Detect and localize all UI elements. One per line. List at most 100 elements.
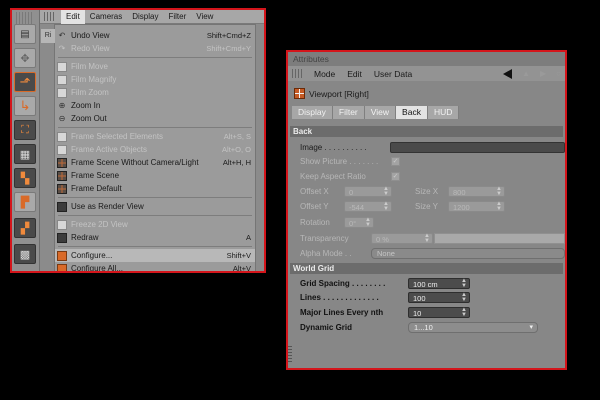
viewport-label-edge: Ri: [41, 29, 55, 43]
menu-item-undo-view[interactable]: ↶ Undo View Shift+Cmd+Z: [55, 29, 255, 42]
configure-icon: [57, 250, 67, 261]
points-icon[interactable]: ▚: [14, 168, 36, 188]
alpha-mode-dropdown[interactable]: None: [371, 248, 565, 259]
toolbar-grip[interactable]: [16, 12, 34, 24]
menu-item-redo-view[interactable]: ↷ Redo View Shift+Cmd+Y: [55, 42, 255, 55]
rotation-field[interactable]: 0° ▲ ▼: [344, 217, 374, 228]
rotation-label: Rotation: [300, 218, 330, 227]
tab-view[interactable]: View: [364, 106, 397, 119]
edges-icon[interactable]: ▛: [14, 192, 36, 212]
menu-item-film-move[interactable]: Film Move: [55, 60, 255, 73]
menu-item-zoom-out[interactable]: ⊖ Zoom Out: [55, 112, 255, 125]
frame-default-icon: [57, 183, 67, 194]
frame-active-icon: [57, 144, 67, 155]
size-x-label: Size X: [415, 187, 439, 196]
menu-item-use-as-render-view[interactable]: Use as Render View: [55, 200, 255, 213]
offset-x-label: Offset X: [300, 187, 329, 196]
back-arrow-icon[interactable]: [503, 68, 513, 79]
offset-x-field[interactable]: 0 ▲ ▼: [344, 186, 392, 197]
lines-label: Lines . . . . . . . . . . . . .: [300, 293, 379, 302]
menu-item-film-zoom[interactable]: Film Zoom: [55, 86, 255, 99]
panel-resize-grip[interactable]: [288, 344, 292, 362]
menu-separator: [58, 197, 252, 198]
offset-y-label: Offset Y: [300, 202, 329, 211]
menu-item-film-magnify[interactable]: Film Magnify: [55, 73, 255, 86]
menubar-grip[interactable]: [44, 12, 56, 21]
menu-item-frame-scene-no-camera[interactable]: Frame Scene Without Camera/Light Alt+H, …: [55, 156, 255, 169]
viewport-menubar: Edit Cameras Display Filter View: [40, 10, 264, 24]
menu-item-frame-scene[interactable]: Frame Scene: [55, 169, 255, 182]
attributes-menubar: Mode Edit User Data ▲ ▶ ○: [288, 66, 565, 81]
menu-item-frame-selected[interactable]: Frame Selected Elements Alt+S, S: [55, 130, 255, 143]
menu-edit[interactable]: Edit: [341, 69, 368, 79]
zoom-out-icon: ⊖: [58, 114, 66, 123]
section-header-back: Back: [290, 126, 563, 137]
size-y-field[interactable]: 1200 ▲ ▼: [448, 201, 505, 212]
major-lines-field[interactable]: 10 ▲ ▼: [408, 307, 470, 318]
menu-item-frame-active[interactable]: Frame Active Objects Alt+O, O: [55, 143, 255, 156]
viewport-tool-icon[interactable]: ▤: [14, 24, 36, 44]
offset-y-field[interactable]: -544 ▲ ▼: [344, 201, 392, 212]
menu-edit[interactable]: Edit: [61, 10, 85, 24]
lock-icon[interactable]: ○: [556, 69, 561, 78]
object-header: Viewport [Right]: [294, 88, 369, 99]
configure-all-icon: [57, 263, 67, 271]
film-move-icon: [57, 61, 67, 72]
viewport-icon: [294, 88, 305, 99]
move-icon[interactable]: ✥: [14, 48, 36, 68]
keep-aspect-checkbox[interactable]: ✓: [391, 172, 400, 181]
menu-cameras[interactable]: Cameras: [85, 10, 127, 24]
dynamic-grid-dropdown[interactable]: 1...10 ▾: [408, 322, 538, 333]
menu-item-frame-default[interactable]: Frame Default: [55, 182, 255, 195]
menu-item-zoom-in[interactable]: ⊕ Zoom In: [55, 99, 255, 112]
redo-view-icon: ↷: [58, 44, 66, 53]
object-name: Viewport [Right]: [309, 88, 369, 99]
menu-item-configure-all[interactable]: Configure All... Alt+V: [55, 262, 255, 271]
texture-icon[interactable]: ▞: [14, 218, 36, 238]
zoom-in-icon: ⊕: [58, 101, 66, 110]
grid-icon[interactable]: ▦: [14, 144, 36, 164]
lines-field[interactable]: 100 ▲ ▼: [408, 292, 470, 303]
size-x-field[interactable]: 800 ▲ ▼: [448, 186, 505, 197]
transparency-slider[interactable]: [434, 233, 565, 244]
tab-hud[interactable]: HUD: [427, 106, 460, 119]
film-magnify-icon: [57, 74, 67, 85]
redraw-icon: [57, 232, 67, 243]
menu-separator: [58, 246, 252, 247]
edit-dropdown-menu: Ri ↶ Undo View Shift+Cmd+Z ↷ Redo View S…: [41, 24, 256, 271]
menu-item-configure[interactable]: Configure... Shift+V: [55, 249, 255, 262]
checker-icon[interactable]: ▩: [14, 244, 36, 264]
dynamic-grid-label: Dynamic Grid: [300, 323, 353, 332]
menubar-grip[interactable]: [292, 69, 303, 78]
menu-display[interactable]: Display: [127, 10, 163, 24]
tab-back[interactable]: Back: [396, 106, 428, 119]
left-toolbar: ▤ ✥ ⬏ ↳ ⛶ ▦ ▚ ▛ ▞ ▩: [12, 10, 40, 271]
menu-mode[interactable]: Mode: [308, 69, 341, 79]
attribute-tabs: Display Filter View Back HUD: [292, 106, 460, 119]
show-picture-checkbox[interactable]: ✓: [391, 157, 400, 166]
menu-separator: [58, 57, 252, 58]
menu-view[interactable]: View: [191, 10, 218, 24]
menu-item-redraw[interactable]: Redraw A: [55, 231, 255, 244]
menu-item-freeze-2d-view[interactable]: Freeze 2D View: [55, 218, 255, 231]
tab-display[interactable]: Display: [292, 106, 333, 119]
up-arrow-icon[interactable]: ▲: [522, 69, 530, 78]
chevron-down-icon: ▾: [529, 324, 533, 331]
alpha-mode-label: Alpha Mode . .: [300, 249, 352, 258]
major-lines-label: Major Lines Every nth: [300, 308, 384, 317]
axis-icon[interactable]: ↳: [14, 96, 36, 116]
menu-filter[interactable]: Filter: [163, 10, 191, 24]
transparency-field[interactable]: 0 % ▲ ▼: [371, 233, 433, 244]
size-y-label: Size Y: [415, 202, 438, 211]
rotate-icon[interactable]: ⬏: [14, 72, 36, 92]
menu-user-data[interactable]: User Data: [368, 69, 418, 79]
render-view-icon: [57, 201, 67, 212]
polygon-icon[interactable]: ⛶: [14, 120, 36, 140]
image-path-field[interactable]: [390, 142, 565, 153]
tab-filter[interactable]: Filter: [332, 106, 365, 119]
menu-separator: [58, 215, 252, 216]
frame-selected-icon: [57, 131, 67, 142]
freeze-view-icon: [57, 219, 67, 230]
forward-arrow-icon[interactable]: ▶: [540, 69, 546, 78]
grid-spacing-field[interactable]: 100 cm ▲ ▼: [408, 278, 470, 289]
